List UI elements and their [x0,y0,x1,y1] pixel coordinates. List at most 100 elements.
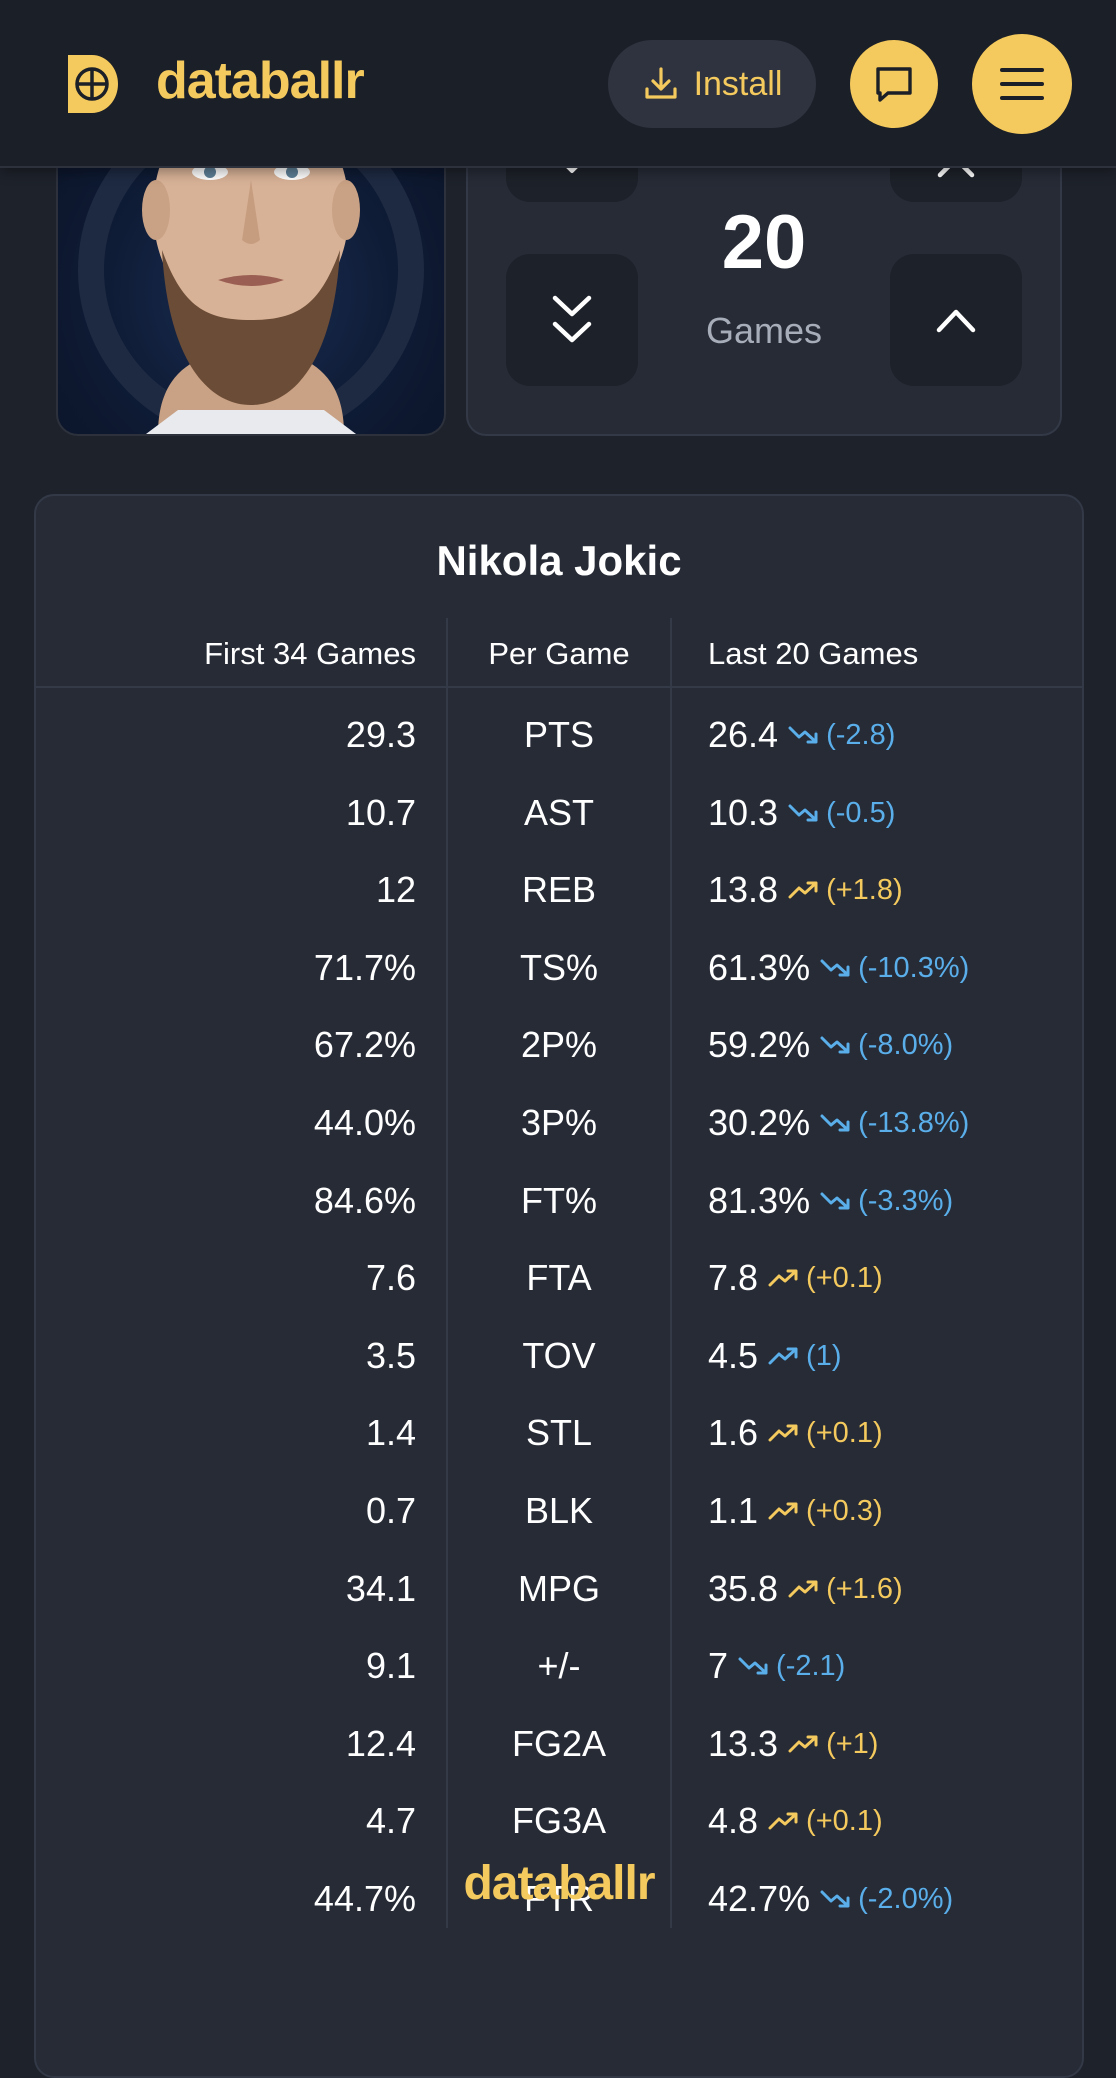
trend-delta: (-8.0%) [820,1006,953,1084]
trend-delta-value: (+1) [826,1727,879,1760]
trend-down-icon [820,1114,850,1132]
trend-delta-value: (+0.1) [806,1805,883,1838]
first-games-value: 29.3 [345,714,416,755]
table-row: 67.2% 2P% 59.2% (-8.0%) [36,1006,1082,1084]
trend-delta-value: (1) [806,1339,842,1372]
trend-delta-value: (-10.3%) [858,951,970,984]
last-games-value: 61.3% [708,946,811,988]
player-name: Nikola Jokic [436,537,682,584]
stat-label: STL [525,1412,593,1454]
trend-up-icon [768,1347,798,1365]
first-games-value: 1.4 [365,1412,416,1454]
install-label: Install [693,64,783,103]
stat-label: TOV [522,1334,596,1376]
last-games-value: 81.3% [708,1179,811,1221]
trend-up-icon [768,1502,798,1520]
last-games-value: 1.6 [708,1412,759,1454]
first-games-value: 71.7% [313,946,416,988]
last-games-value: 7.8 [708,1257,759,1299]
last-games-value: 59.2% [708,1024,811,1066]
chat-button[interactable] [850,40,938,128]
games-label: Games [705,310,823,351]
trend-delta: (+0.1) [768,1239,883,1317]
last-games-value: 4.5 [708,1334,759,1376]
first-games-value: 4.7 [365,1800,416,1842]
stat-label: 2P% [520,1024,598,1066]
stat-label: TS% [519,946,598,988]
column-header-first: First 34 Games [204,636,416,671]
last-games-value: 13.8 [708,869,779,911]
trend-down-icon [788,804,818,822]
table-row: 34.1 MPG 35.8 (+1.6) [36,1550,1082,1628]
brand-name[interactable]: databallr [156,48,365,114]
stat-label: FT% [521,1179,597,1221]
last-games-cell: 4.5 (1) [708,1317,842,1395]
first-games-value: 34.1 [345,1567,416,1609]
trend-down-icon [788,726,818,744]
trend-delta: (-2.8) [788,696,895,774]
table-row: 29.3 PTS 26.4 (-2.8) [36,696,1082,774]
trend-delta-value: (-2.8) [826,719,896,751]
table-row: 7.6 FTA 7.8 (+0.1) [36,1239,1082,1317]
menu-button[interactable] [972,34,1072,134]
decrease-many-button[interactable] [506,254,638,386]
trend-up-icon [788,881,818,899]
first-games-value: 3.5 [365,1334,416,1376]
column-header-last: Last 20 Games [708,636,919,671]
trend-up-icon [768,1424,798,1442]
last-games-cell: 13.3 (+1) [708,1705,878,1783]
install-button[interactable]: Install [608,40,816,128]
stats-comparison-card: Nikola Jokic First 34 Games Per Game Las… [34,494,1084,2078]
last-games-cell: 61.3% (-10.3%) [708,929,969,1007]
first-games-value: 10.7 [345,791,416,833]
last-games-cell: 30.2% (-13.8%) [708,1084,969,1162]
last-games-cell: 59.2% (-8.0%) [708,1006,953,1084]
last-games-cell: 26.4 (-2.8) [708,696,895,774]
trend-delta-value: (-3.3%) [858,1184,954,1217]
last-games-value: 10.3 [708,791,779,833]
trend-delta-value: (-13.8%) [858,1107,970,1139]
trend-delta-value: (-8.0%) [858,1029,954,1062]
trend-delta: (1) [768,1317,842,1395]
stat-label: 3P% [520,1102,598,1143]
first-games-value: 84.6% [313,1179,416,1221]
first-games-value: 44.0% [313,1102,416,1143]
first-games-value: 67.2% [313,1024,416,1066]
download-icon [644,67,677,99]
table-row: 84.6% FT% 81.3% (-3.3%) [36,1162,1082,1240]
app-header: databallr Install [0,0,1116,168]
table-row: 71.7% TS% 61.3% (-10.3%) [36,929,1082,1007]
trend-down-icon [820,1192,850,1210]
double-chevron-down-icon [552,295,592,343]
last-games-cell: 13.8 (+1.8) [708,851,903,929]
increase-button[interactable] [890,254,1022,386]
stat-label: REB [521,869,597,911]
last-games-cell: 7 (-2.1) [708,1627,845,1705]
stat-label: AST [523,791,594,833]
first-games-value: 7.6 [365,1257,416,1299]
databallr-logo-icon[interactable] [66,53,120,115]
last-games-value: 35.8 [708,1567,779,1609]
last-games-cell: 1.1 (+0.3) [708,1472,883,1550]
first-games-value: 12.4 [345,1722,416,1764]
stat-label: +/- [537,1645,581,1687]
stat-label: MPG [517,1567,600,1609]
last-games-cell: 81.3% (-3.3%) [708,1162,953,1240]
trend-delta-value: (+0.1) [806,1417,883,1450]
last-games-value: 1.1 [708,1490,759,1531]
last-games-cell: 7.8 (+0.1) [708,1239,883,1317]
last-games-cell: 10.3 (-0.5) [708,774,895,852]
trend-up-icon [788,1580,818,1598]
stat-label: PTS [523,714,594,755]
last-games-cell: 4.8 (+0.1) [708,1782,883,1860]
last-games-value: 26.4 [708,714,779,755]
games-count: 20 [721,200,807,285]
trend-delta: (-13.8%) [820,1084,969,1162]
trend-down-icon [738,1657,768,1675]
header-divider [36,686,1082,688]
last-games-value: 13.3 [708,1722,779,1764]
table-row: 12 REB 13.8 (+1.8) [36,851,1082,929]
trend-delta: (+0.3) [768,1472,883,1550]
trend-delta-value: (+0.1) [806,1262,883,1295]
table-row: 44.0% 3P% 30.2% (-13.8%) [36,1084,1082,1162]
